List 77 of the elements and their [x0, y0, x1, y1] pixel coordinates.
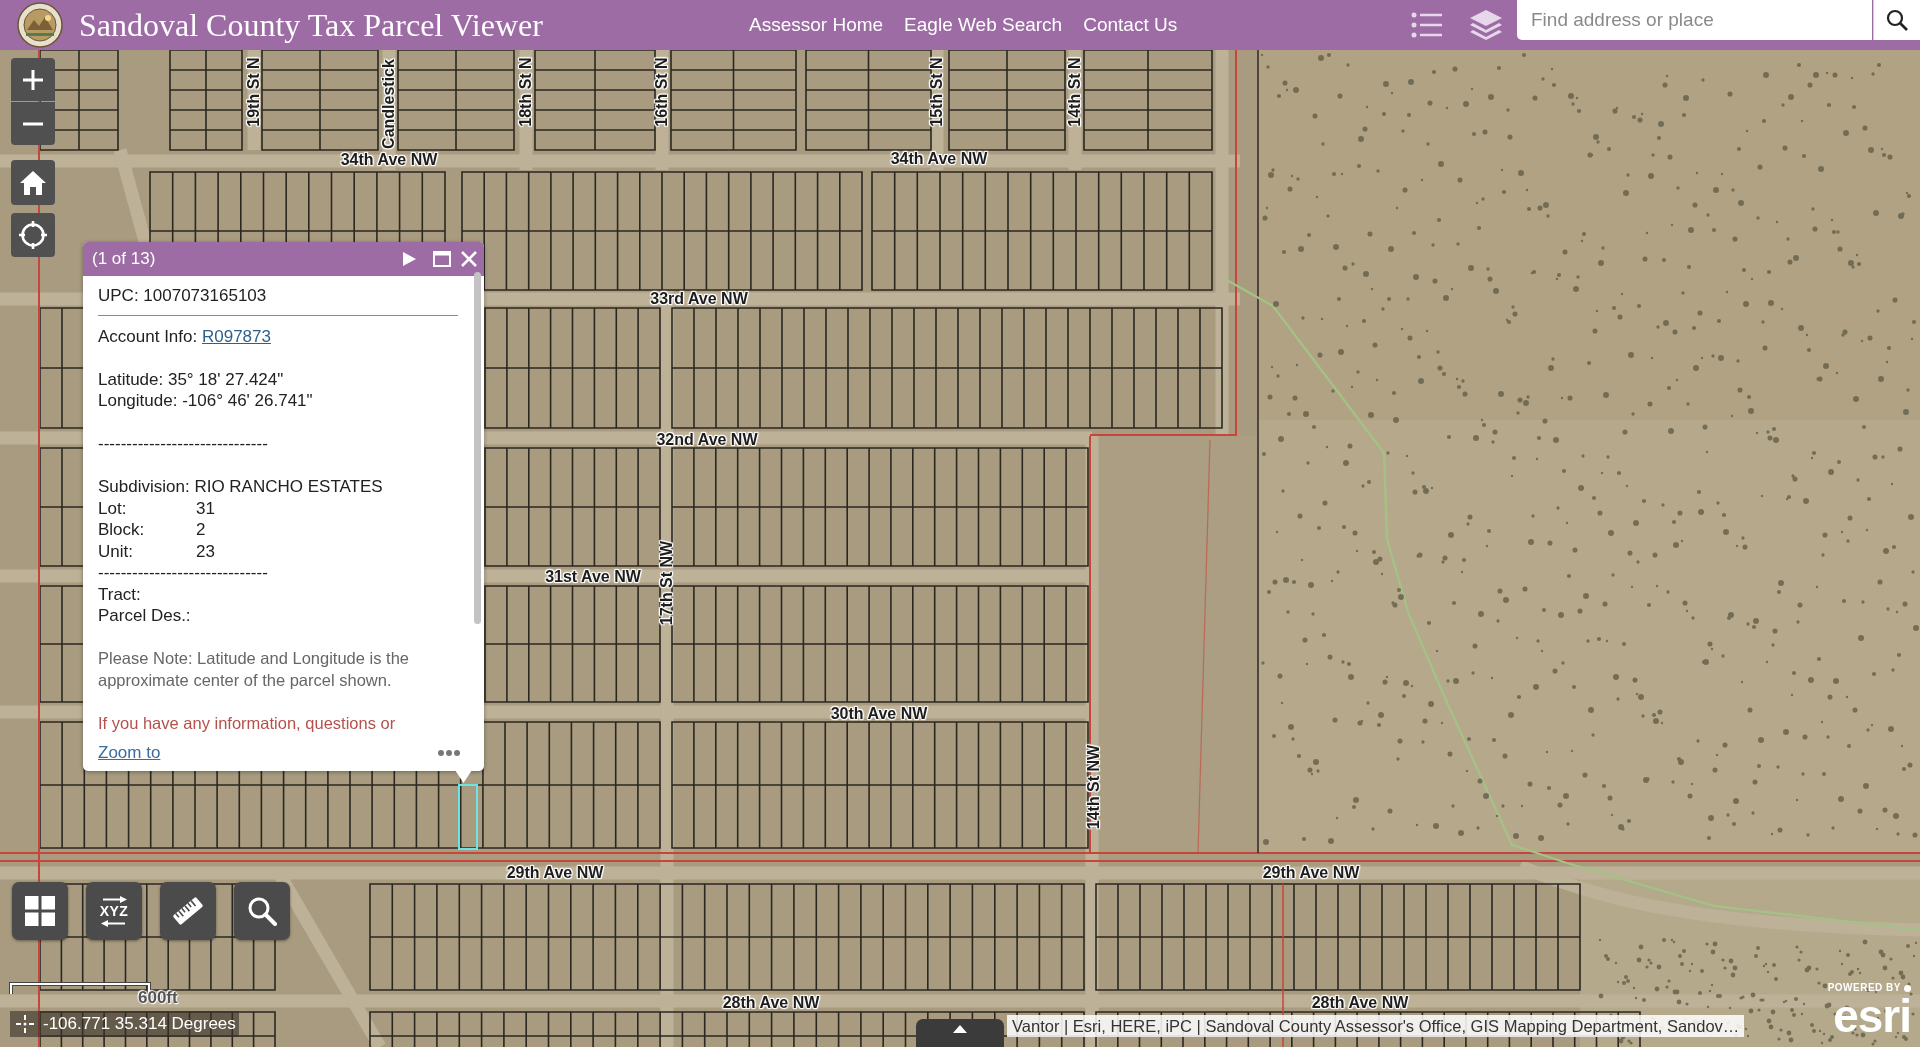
- separator-text: ------------------------------: [98, 434, 268, 453]
- grid-button[interactable]: [12, 882, 68, 940]
- search-tool-button[interactable]: [234, 882, 290, 940]
- street-label: 17th St NW: [658, 540, 676, 626]
- field-value: 31: [196, 497, 215, 519]
- street-label: Candlestick: [380, 59, 398, 149]
- street-label: 31st Ave NW: [545, 568, 641, 586]
- contact-text: If you have any information, questions or: [98, 713, 396, 732]
- street-label: 15th St N: [928, 57, 946, 127]
- esri-wordmark: esri: [1833, 994, 1911, 1038]
- street-label: 34th Ave NW: [340, 151, 438, 169]
- nav-link[interactable]: Contact Us: [1083, 14, 1178, 36]
- crosshair-icon: [19, 221, 47, 249]
- street-label: 30th Ave NW: [830, 705, 928, 723]
- field-label: Block:: [98, 519, 145, 541]
- street-label: 33rd Ave NW: [650, 290, 748, 308]
- street-label: 18th St N: [517, 57, 535, 127]
- field-label: Parcel Des.:: [98, 606, 191, 625]
- zoom-to-link[interactable]: Zoom to: [98, 743, 161, 763]
- ellipsis-icon[interactable]: [438, 750, 460, 756]
- highlighted-parcel: [458, 784, 478, 850]
- minus-icon: [23, 121, 43, 126]
- coordinates-text: -106.771 35.314 Degrees: [43, 1014, 236, 1034]
- attribution-toggle-button[interactable]: [916, 1019, 1004, 1047]
- street-label: 14th St N: [1066, 57, 1084, 127]
- search-field[interactable]: Find address or place: [1517, 0, 1872, 40]
- grid-icon: [25, 896, 55, 926]
- upc-text: UPC: 1007073165103: [98, 286, 267, 305]
- locate-button[interactable]: [11, 213, 55, 257]
- coordinate-text: Latitude: 35° 18' 27.424": [98, 369, 284, 389]
- search-button[interactable]: [1873, 0, 1920, 40]
- arrow-right-icon: [101, 895, 127, 903]
- field-label: Unit:: [98, 540, 133, 562]
- ruler-button[interactable]: [160, 882, 216, 940]
- street-label: 19th St N: [245, 57, 263, 127]
- search-icon: [247, 896, 277, 926]
- field-value: 2: [196, 519, 206, 541]
- field-label: Tract:: [98, 584, 141, 604]
- scale-label: 600ft: [138, 988, 178, 1008]
- street-label: 29th Ave NW: [1262, 864, 1360, 882]
- coordinate-text: Longitude: -106° 46' 26.741": [98, 391, 313, 410]
- close-icon[interactable]: [461, 251, 477, 267]
- zoom-out-button[interactable]: [11, 102, 55, 145]
- home-button[interactable]: [11, 160, 55, 205]
- street-label: 28th Ave NW: [722, 994, 820, 1012]
- arrow-left-icon: [101, 919, 127, 927]
- separator-text: ------------------------------: [98, 563, 268, 582]
- attribution-text: Vantor | Esri, HERE, iPC | Sandoval County Assessor's Office, GIS Mapping Department, Sandov…: [1007, 1015, 1745, 1037]
- note-text: Please Note: Latitude and Longitude is the approximate center of the parcel shown.: [98, 648, 410, 691]
- plus-icon: [22, 68, 44, 91]
- street-label: 14th St NW: [1085, 744, 1103, 830]
- zoom-in-button[interactable]: [11, 58, 55, 101]
- street-label: 32nd Ave NW: [656, 431, 758, 449]
- home-icon: [20, 170, 46, 195]
- scrollbar-thumb[interactable]: [474, 272, 481, 624]
- subdivision-text: Subdivision: RIO RANCHO ESTATES: [98, 477, 383, 496]
- street-label: 29th Ave NW: [506, 864, 604, 882]
- street-label: 28th Ave NW: [1311, 994, 1409, 1012]
- popup-title: (1 of 13): [92, 249, 156, 269]
- app-title: Sandoval County Tax Parcel Viewer: [79, 6, 543, 44]
- crosshair-icon[interactable]: [16, 1015, 34, 1033]
- account-label: Account Info:: [98, 326, 198, 346]
- street-label: 34th Ave NW: [890, 150, 988, 168]
- play-icon[interactable]: [403, 252, 416, 266]
- maximize-icon[interactable]: [433, 251, 451, 267]
- nav-link[interactable]: Eagle Web Search: [904, 14, 1063, 36]
- powered-by-text: POWERED BY: [1827, 982, 1901, 994]
- dot-icon: [1904, 984, 1911, 992]
- search-icon: [1886, 9, 1908, 31]
- field-label: Lot:: [98, 497, 127, 519]
- caret-up-icon: [953, 1025, 967, 1033]
- county-seal-icon[interactable]: [17, 2, 63, 48]
- account-link[interactable]: R097873: [201, 326, 271, 346]
- nav-link[interactable]: Assessor Home: [749, 14, 884, 36]
- street-label: 16th St N: [653, 57, 671, 127]
- xyz-button[interactable]: XYZ: [86, 882, 142, 940]
- field-value: 23: [196, 540, 215, 562]
